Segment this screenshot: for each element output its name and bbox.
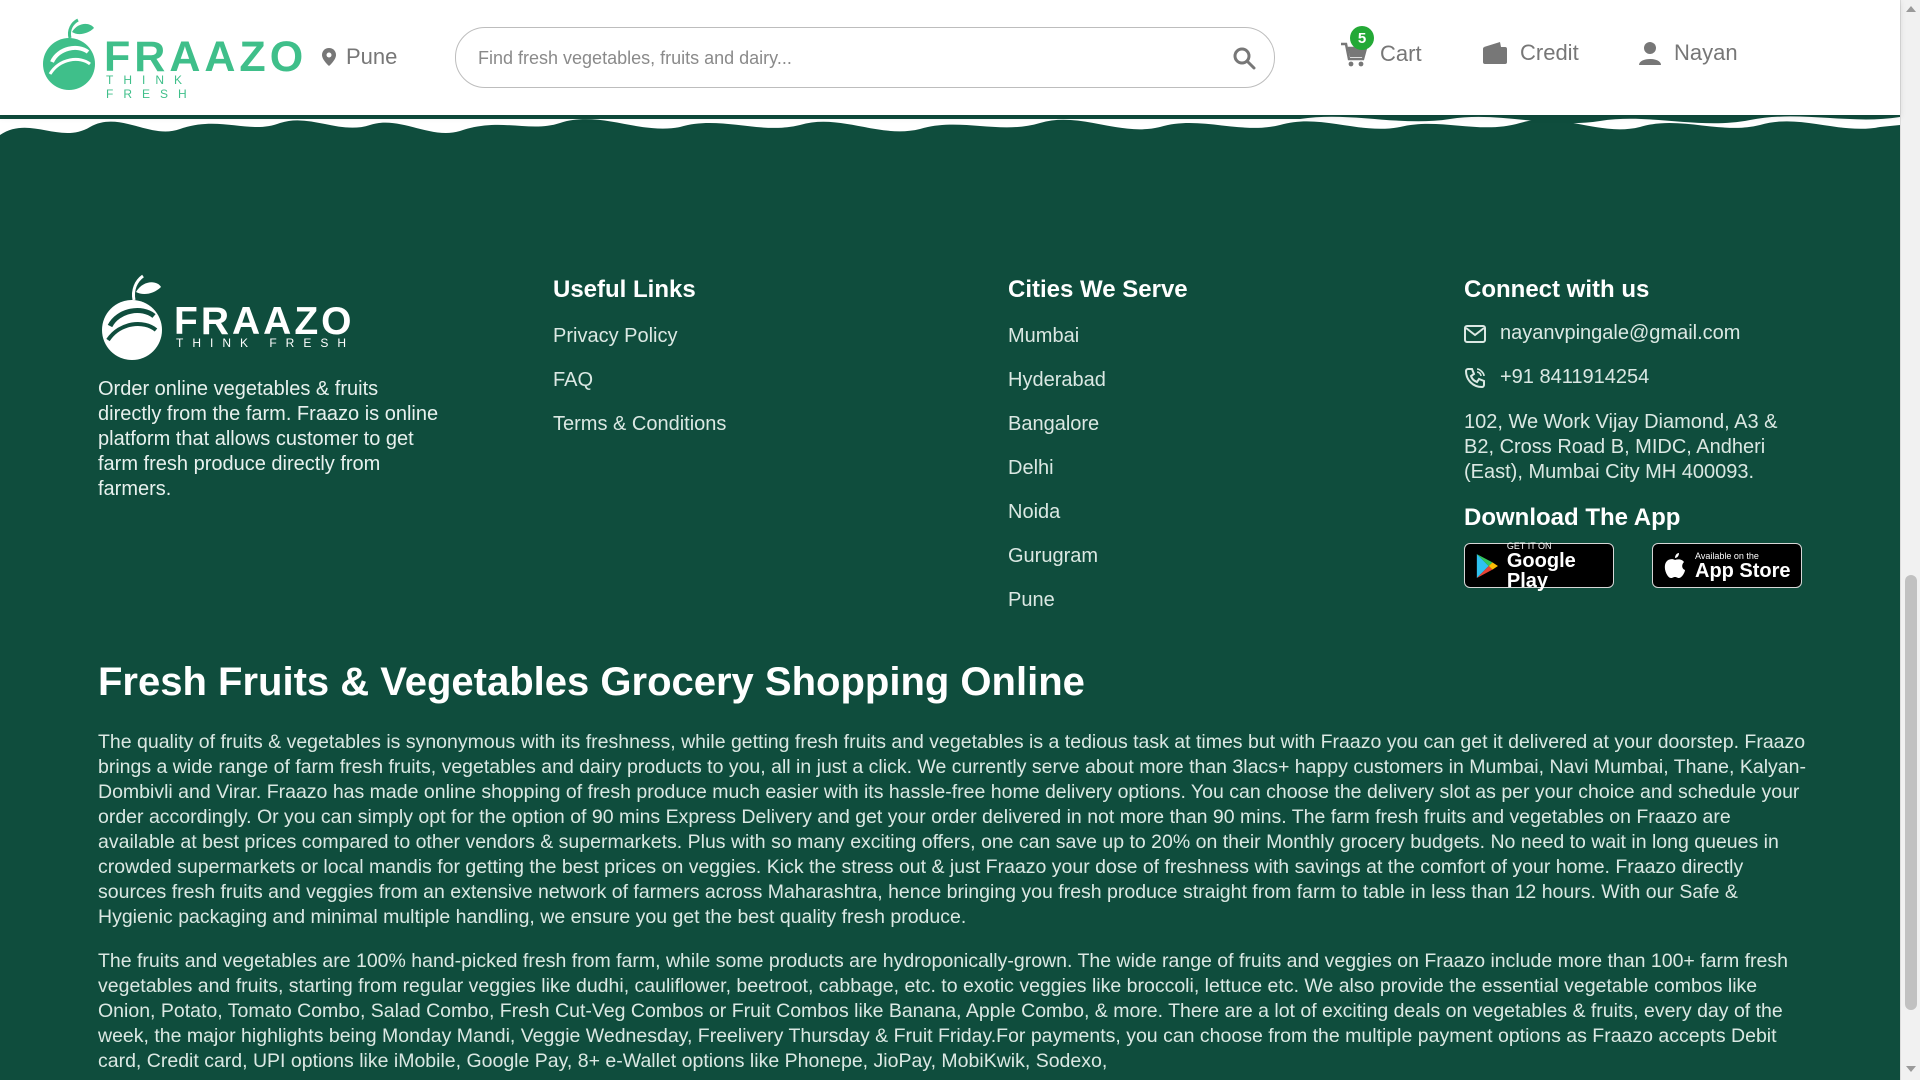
contact-email[interactable]: nayanvpingale@gmail.com <box>1464 322 1740 345</box>
page-scrollbar[interactable] <box>1900 0 1920 1080</box>
credit-label: Credit <box>1520 40 1579 65</box>
wallet-icon <box>1483 42 1507 64</box>
map-pin-icon <box>322 48 336 66</box>
app-store-text: Available on the App Store <box>1695 551 1791 581</box>
fraazo-logo[interactable]: FRAAZO THINK FRESH <box>38 18 303 101</box>
footer-brand-tagline: THINK FRESH <box>176 336 356 350</box>
contact-address: 102, We Work Vijay Diamond, A3 & B2, Cro… <box>1464 411 1778 483</box>
scrollbar-thumb[interactable] <box>1905 575 1917 1010</box>
download-app-title: Download The App <box>1464 504 1681 531</box>
user-name: Nayan <box>1674 40 1738 65</box>
search-bar[interactable] <box>455 27 1275 88</box>
footer-link-terms[interactable]: Terms & Conditions <box>553 410 726 454</box>
useful-links-list: Privacy Policy FAQ Terms & Conditions <box>553 322 726 454</box>
footer-about-text: Order online vegetables & fruits directl… <box>98 378 439 500</box>
user-icon <box>1639 42 1661 65</box>
footer-link-privacy-policy[interactable]: Privacy Policy <box>553 322 726 366</box>
user-account-button[interactable]: Nayan <box>1638 40 1738 66</box>
cities-list: Mumbai Hyderabad Bangalore Delhi Noida G… <box>1008 322 1106 630</box>
phone-icon <box>1464 367 1485 388</box>
seo-paragraph-2: The fruits and vegetables are 100% hand-… <box>98 950 1788 1072</box>
search-icon[interactable] <box>1232 46 1256 70</box>
app-store-small-text: Available on the <box>1695 550 1759 561</box>
seo-paragraph-1: The quality of fruits & vegetables is sy… <box>98 731 1806 928</box>
app-store-button[interactable]: Available on the App Store <box>1652 543 1802 588</box>
city-link-mumbai[interactable]: Mumbai <box>1008 322 1106 366</box>
city-link-gurugram[interactable]: Gurugram <box>1008 542 1106 586</box>
scroll-down-arrow-icon[interactable] <box>1906 1066 1916 1072</box>
cart-label: Cart <box>1380 41 1422 66</box>
city-link-pune[interactable]: Pune <box>1008 586 1106 630</box>
cities-title: Cities We Serve <box>1008 276 1188 303</box>
credit-button[interactable]: Credit <box>1482 40 1579 66</box>
top-header: FRAAZO THINK FRESH Pune 5 Cart <box>0 0 1900 115</box>
app-store-big-text: App Store <box>1695 559 1791 582</box>
city-link-hyderabad[interactable]: Hyderabad <box>1008 366 1106 410</box>
google-play-button[interactable]: GET IT ON Google Play <box>1464 541 1614 591</box>
cart-count-badge: 5 <box>1350 26 1374 50</box>
brand-tagline: THINK FRESH <box>106 73 197 101</box>
seo-heading: Fresh Fruits & Vegetables Grocery Shoppi… <box>98 660 1085 704</box>
mail-icon <box>1464 324 1486 343</box>
scroll-up-arrow-icon[interactable] <box>1906 6 1916 12</box>
city-link-delhi[interactable]: Delhi <box>1008 454 1106 498</box>
connect-title: Connect with us <box>1464 276 1650 303</box>
location-label: Pune <box>346 44 398 69</box>
useful-links-title: Useful Links <box>553 276 696 303</box>
google-play-text: GET IT ON Google Play <box>1507 541 1613 591</box>
contact-phone-text: +91 8411914254 <box>1500 366 1650 388</box>
footer-logo[interactable]: FRAAZO THINK FRESH <box>98 272 358 362</box>
google-play-small-text: GET IT ON <box>1506 540 1552 551</box>
city-link-noida[interactable]: Noida <box>1008 498 1106 542</box>
forest-illustration <box>0 105 1900 185</box>
apple-icon <box>1664 552 1685 578</box>
google-play-icon <box>1476 553 1498 578</box>
fruit-logo-icon <box>43 18 95 90</box>
contact-email-text: nayanvpingale@gmail.com <box>1500 322 1741 344</box>
google-play-big-text: Google Play <box>1506 549 1576 592</box>
search-input[interactable] <box>476 38 1196 78</box>
footer-link-faq[interactable]: FAQ <box>553 366 726 410</box>
city-link-bangalore[interactable]: Bangalore <box>1008 410 1106 454</box>
cart-icon-wrap: 5 <box>1340 26 1374 68</box>
contact-phone[interactable]: +91 8411914254 <box>1464 366 1649 389</box>
location-selector[interactable]: Pune <box>322 44 397 70</box>
footer-fruit-logo-icon <box>102 274 162 360</box>
cart-button[interactable]: 5 Cart <box>1340 26 1422 68</box>
